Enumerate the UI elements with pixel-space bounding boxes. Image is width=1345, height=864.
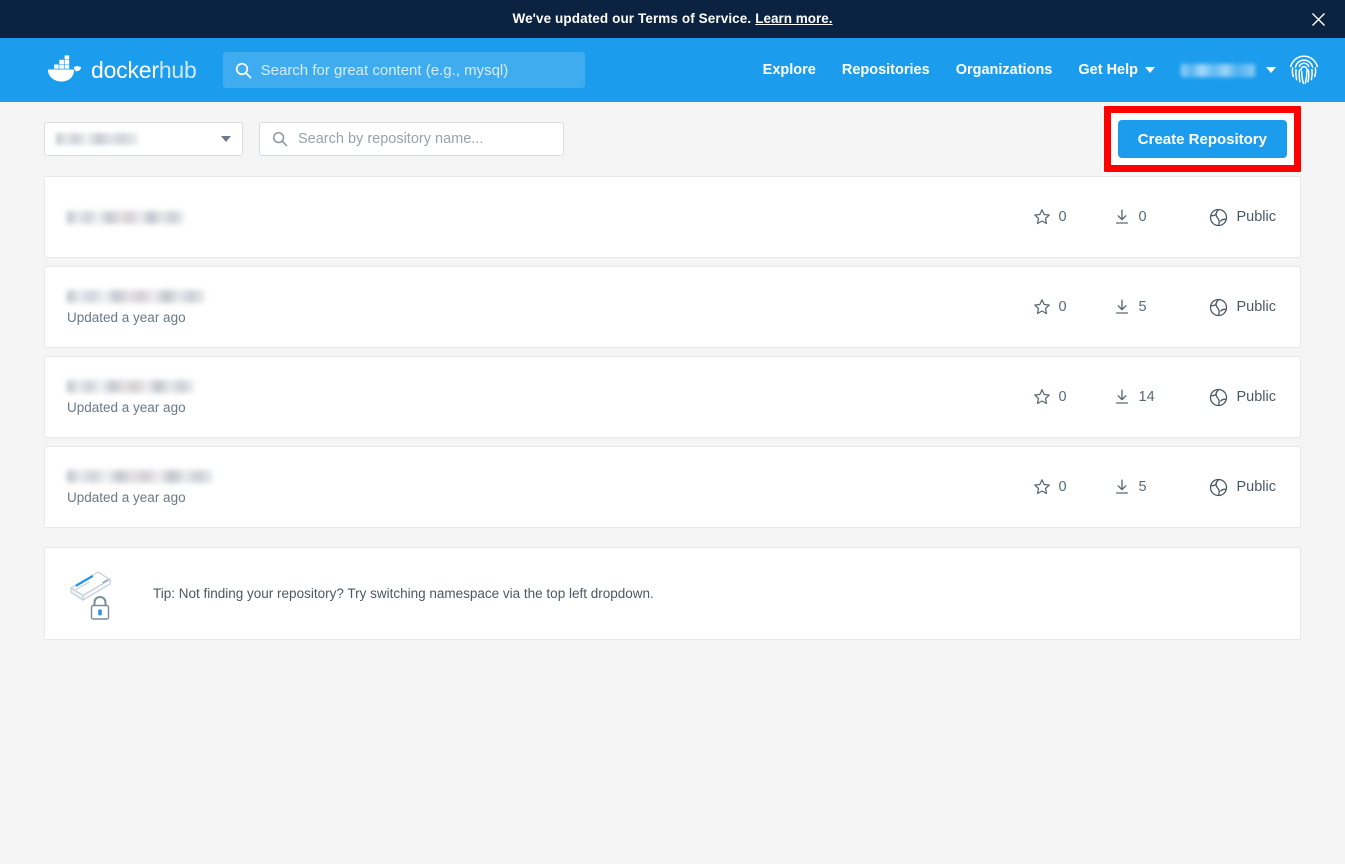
stars-count: 0 [1058,299,1067,315]
logo-wordmark: dockerhub [91,57,197,84]
status-badge: Public [1209,208,1277,227]
create-repository-highlight-wrap: Create Repository [1103,106,1301,172]
chevron-down-icon [221,136,231,142]
global-search-box[interactable] [222,52,585,88]
repository-info: Updated a year ago [67,289,205,325]
table-row[interactable]: 0 0 Public [44,176,1301,258]
downloads-count: 0 [1138,209,1147,225]
stars-stat: 0 [1033,388,1085,406]
repository-stats: 0 14 Public [1033,388,1277,407]
search-icon [272,131,288,147]
globe-public-icon [1209,478,1228,497]
repository-updated: Updated a year ago [67,489,186,505]
downloads-count: 14 [1138,389,1155,405]
docker-hub-logo[interactable]: dockerhub [44,55,197,85]
status-badge: Public [1209,478,1277,497]
stars-stat: 0 [1033,298,1085,316]
visibility-label: Public [1236,209,1277,225]
docker-whale-icon [44,55,84,85]
repository-search-input[interactable] [298,131,551,147]
visibility-label: Public [1236,389,1277,405]
table-row[interactable]: Updated a year ago 0 [44,356,1301,438]
logo-word-hub: hub [158,56,197,83]
stars-count: 0 [1058,389,1067,405]
globe-public-icon [1209,208,1228,227]
star-icon [1033,478,1051,496]
fingerprint-avatar-icon[interactable] [1287,53,1321,87]
namespace-value-redacted [56,133,138,145]
globe-public-icon [1209,298,1228,317]
repository-name-redacted [67,469,213,483]
chevron-down-icon [1266,67,1276,73]
red-annotation-box: Create Repository [1103,106,1301,172]
namespace-tip-card: Tip: Not finding your repository? Try sw… [44,547,1301,640]
downloads-stat: 5 [1113,298,1171,316]
namespace-dropdown[interactable] [44,122,243,156]
stars-count: 0 [1058,209,1067,225]
banner-message: We've updated our Terms of Service. Learn… [512,10,832,28]
downloads-stat: 14 [1113,388,1171,406]
stars-stat: 0 [1033,208,1085,226]
download-icon [1113,208,1131,226]
stars-stat: 0 [1033,478,1085,496]
repository-name-redacted [67,289,205,303]
create-repository-button[interactable]: Create Repository [1117,120,1287,158]
nav-link-repositories[interactable]: Repositories [842,62,930,78]
locked-card-icon [67,566,113,622]
star-icon [1033,208,1051,226]
repository-info [67,210,184,224]
repositories-toolbar: Create Repository [44,102,1301,176]
downloads-count: 5 [1138,299,1147,315]
nav-link-explore[interactable]: Explore [763,62,816,78]
visibility-label: Public [1236,479,1277,495]
globe-public-icon [1209,388,1228,407]
nav-link-get-help-label: Get Help [1078,62,1138,78]
repository-updated: Updated a year ago [67,399,186,415]
downloads-stat: 0 [1113,208,1171,226]
repository-stats: 0 5 Public [1033,298,1277,317]
search-icon [235,62,252,79]
visibility-label: Public [1236,299,1277,315]
nav-link-get-help[interactable]: Get Help [1078,62,1155,78]
repository-name-redacted [67,379,194,393]
download-icon [1113,388,1131,406]
star-icon [1033,388,1051,406]
stars-count: 0 [1058,479,1067,495]
downloads-count: 5 [1138,479,1147,495]
table-row[interactable]: Updated a year ago 0 [44,446,1301,528]
status-badge: Public [1209,388,1277,407]
banner-learn-more-link[interactable]: Learn more. [755,11,832,26]
main-header: dockerhub Explore Repositories Organizat… [0,38,1345,102]
repository-updated: Updated a year ago [67,309,186,325]
logo-word-docker: docker [91,56,159,83]
page-content: Create Repository 0 [0,102,1345,640]
primary-nav: Explore Repositories Organizations Get H… [763,53,1345,87]
repository-stats: 0 5 Public [1033,478,1277,497]
chevron-down-icon [1145,67,1155,73]
nav-link-organizations[interactable]: Organizations [956,62,1053,78]
star-icon [1033,298,1051,316]
table-row[interactable]: Updated a year ago 0 [44,266,1301,348]
status-badge: Public [1209,298,1277,317]
user-menu[interactable] [1181,53,1321,87]
repository-name-redacted [67,210,184,224]
tip-text: Tip: Not finding your repository? Try sw… [153,586,654,601]
repository-stats: 0 0 Public [1033,208,1277,227]
global-search-input[interactable] [260,61,573,79]
repository-info: Updated a year ago [67,469,213,505]
downloads-stat: 5 [1113,478,1171,496]
banner-text: We've updated our Terms of Service. [512,11,752,26]
repository-info: Updated a year ago [67,379,194,415]
repository-list: 0 0 Public Updated a year ago 0 5 Public… [44,176,1301,528]
repository-search-box[interactable] [259,122,564,156]
username-redacted [1181,63,1255,77]
terms-of-service-banner: We've updated our Terms of Service. Learn… [0,0,1345,38]
close-icon[interactable] [1307,8,1329,30]
download-icon [1113,298,1131,316]
download-icon [1113,478,1131,496]
